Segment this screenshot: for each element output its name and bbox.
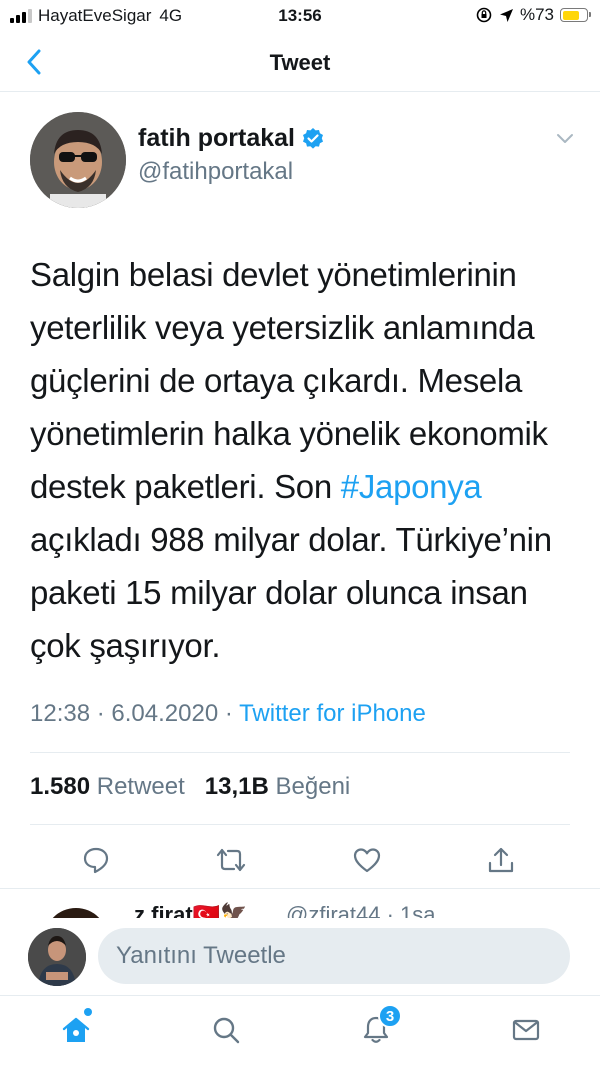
like-count: 13,1B <box>204 773 269 800</box>
share-icon <box>488 847 514 873</box>
search-icon <box>213 1017 240 1044</box>
tweet-source-link[interactable]: Twitter for iPhone <box>239 700 426 727</box>
reply-bar: Yanıtını Tweetle <box>0 918 600 992</box>
reply-author-avatar <box>44 908 108 918</box>
chevron-down-icon <box>557 134 573 143</box>
home-unread-dot <box>84 1008 92 1016</box>
share-button[interactable] <box>481 840 521 880</box>
likes-stat[interactable]: 13,1B Beğeni <box>205 773 350 800</box>
reply-input[interactable]: Yanıtını Tweetle <box>98 928 570 984</box>
tab-bar: 3 <box>0 995 600 1067</box>
location-arrow-icon <box>499 8 513 22</box>
divider <box>30 752 570 753</box>
meta-separator: · <box>224 700 240 727</box>
reply-placeholder: Yanıtını Tweetle <box>116 942 286 969</box>
tweet-date: 6.04.2020 <box>111 700 219 727</box>
meta-separator: · <box>96 700 112 727</box>
heart-icon <box>353 848 381 873</box>
tab-search[interactable] <box>206 1010 246 1050</box>
status-right: %73 <box>475 5 591 25</box>
like-label: Beğeni <box>275 773 351 800</box>
tweet-meta: 12:38 · 6.04.2020 · Twitter for iPhone <box>30 700 426 728</box>
tab-messages[interactable] <box>506 1010 546 1050</box>
battery-icon <box>560 8 591 22</box>
next-reply-preview[interactable]: z firat🇹🇷🦅 @zfirat44 · 1sa <box>0 898 600 918</box>
retweet-button[interactable] <box>211 840 251 880</box>
tweet-actions <box>0 840 600 880</box>
author-name-text: fatih portakal <box>138 124 295 152</box>
battery-percent: %73 <box>519 5 554 24</box>
retweet-icon <box>216 848 246 872</box>
status-bar: HayatEveSigar 4G 13:56 %73 <box>0 0 600 34</box>
reply-author-handle: @zfirat44 · 1sa <box>286 902 436 918</box>
author-name[interactable]: fatih portakal <box>138 124 325 153</box>
author-avatar[interactable] <box>30 112 126 208</box>
tweet-menu-button[interactable] <box>556 132 574 150</box>
page-title: Tweet <box>269 50 331 75</box>
tweet-text: Salgin belasi devlet yönetimlerinin yete… <box>30 248 580 672</box>
retweet-label: Retweet <box>96 773 185 800</box>
verified-badge-icon <box>302 127 323 149</box>
hashtag-link[interactable]: #Japonya <box>341 468 482 505</box>
retweets-stat[interactable]: 1.580 Retweet <box>30 773 185 800</box>
tab-home[interactable] <box>56 1008 96 1050</box>
reply-button[interactable] <box>76 840 116 880</box>
thread-separator <box>0 888 600 889</box>
reply-author-name: z firat🇹🇷🦅 <box>134 902 248 918</box>
divider <box>30 824 570 825</box>
reply-icon <box>83 847 109 874</box>
notifications-badge: 3 <box>378 1004 402 1028</box>
author-handle[interactable]: @fatihportakal <box>138 158 293 186</box>
tweet-time: 12:38 <box>30 700 91 727</box>
home-icon <box>62 1017 90 1042</box>
tab-notifications[interactable]: 3 <box>356 1004 402 1050</box>
mail-icon <box>512 1019 540 1041</box>
like-button[interactable] <box>347 840 387 880</box>
retweet-count: 1.580 <box>30 773 91 800</box>
user-avatar <box>28 928 86 986</box>
tweet-text-after: açıkladı 988 milyar dolar. Türkiye’nin p… <box>30 521 552 664</box>
nav-bar: Tweet <box>0 34 600 92</box>
tweet-stats: 1.580 Retweet 13,1B Beğeni <box>30 773 350 801</box>
orientation-lock-icon <box>476 7 492 23</box>
